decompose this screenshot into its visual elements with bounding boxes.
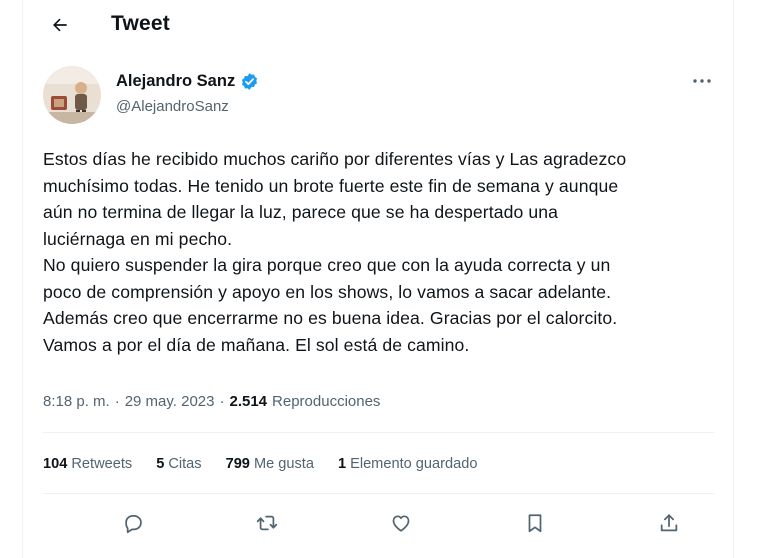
quotes-count: 5 <box>156 456 165 472</box>
likes-stat[interactable]: 799 Me gusta <box>226 456 314 472</box>
like-button[interactable] <box>382 504 420 542</box>
page-title: Tweet <box>111 12 170 35</box>
share-button[interactable] <box>650 504 688 542</box>
arrow-left-icon <box>53 18 67 32</box>
like-icon <box>392 515 410 532</box>
more-horizontal-icon <box>693 79 711 83</box>
author-display-name[interactable]: Alejandro Sanz <box>116 72 235 91</box>
tweet-stats: 104 Retweets 5 Citas 799 Me gusta 1 Elemento… <box>43 456 501 472</box>
divider <box>43 432 715 433</box>
more-options-button[interactable] <box>689 70 715 92</box>
tweet-text-line: Vamos a por el día de mañana. El sol est… <box>43 334 470 355</box>
tweet-text-line: aún no termina de llegar la luz, parece … <box>43 202 559 222</box>
bookmark-icon <box>528 514 542 533</box>
author-name-row: Alejandro Sanz <box>116 72 259 91</box>
likes-count: 799 <box>225 456 250 472</box>
views-count: 2.514 <box>229 393 268 410</box>
tweet-text-line: luciérnaga en mi pecho. <box>43 228 233 249</box>
quotes-stat[interactable]: 5 Citas <box>156 456 201 472</box>
back-button[interactable] <box>43 8 77 42</box>
tweet-date[interactable]: 29 may. 2023 <box>125 393 215 410</box>
reply-icon <box>125 514 142 534</box>
tweet-actions <box>43 504 715 544</box>
reply-button[interactable] <box>114 504 152 542</box>
author-handle[interactable]: @AlejandroSanz <box>116 98 229 115</box>
retweet-button[interactable] <box>248 504 286 542</box>
likes-label: Me gusta <box>253 456 314 472</box>
tweet-text-line: Estos días he recibido muchos cariño por… <box>43 149 627 169</box>
verified-badge-icon <box>242 73 258 90</box>
meta-separator: · <box>114 393 120 410</box>
bookmarks-stat[interactable]: 1 Elemento guardado <box>338 456 478 472</box>
quotes-label: Citas <box>168 456 202 472</box>
retweets-stat[interactable]: 104 Retweets <box>43 456 132 472</box>
retweets-label: Retweets <box>71 456 133 472</box>
views-label: Reproducciones <box>272 393 381 410</box>
tweet-meta: 8:18 p. m. · 29 may. 2023 · 2.514 Reprod… <box>43 393 380 410</box>
tweet-text: Estos días he recibido muchos cariño por… <box>43 146 723 358</box>
tweet-text-line: Además creo que encerrarme no es buena i… <box>43 308 618 328</box>
avatar-image <box>43 66 101 124</box>
avatar[interactable] <box>43 66 101 124</box>
tweet-text-line: poco de comprensión y apoyo en los shows… <box>43 281 612 302</box>
bookmark-button[interactable] <box>516 504 554 542</box>
bookmarks-count: 1 <box>337 456 347 472</box>
page-header: Tweet <box>23 0 733 50</box>
meta-separator: · <box>219 393 225 410</box>
bookmarks-label: Elemento guardado <box>350 456 478 472</box>
tweet-time[interactable]: 8:18 p. m. <box>43 393 110 410</box>
divider <box>43 493 715 494</box>
share-icon <box>660 514 678 532</box>
retweet-icon <box>256 515 278 531</box>
retweets-count: 104 <box>43 456 68 472</box>
tweet-detail-column: Tweet Alejandro Sanz @AlejandroSanz Esto… <box>22 0 734 558</box>
tweet-text-line: muchísimo todas. He tenido un brote fuer… <box>43 175 619 196</box>
tweet-text-line: No quiero suspender la gira porque creo … <box>43 255 611 275</box>
